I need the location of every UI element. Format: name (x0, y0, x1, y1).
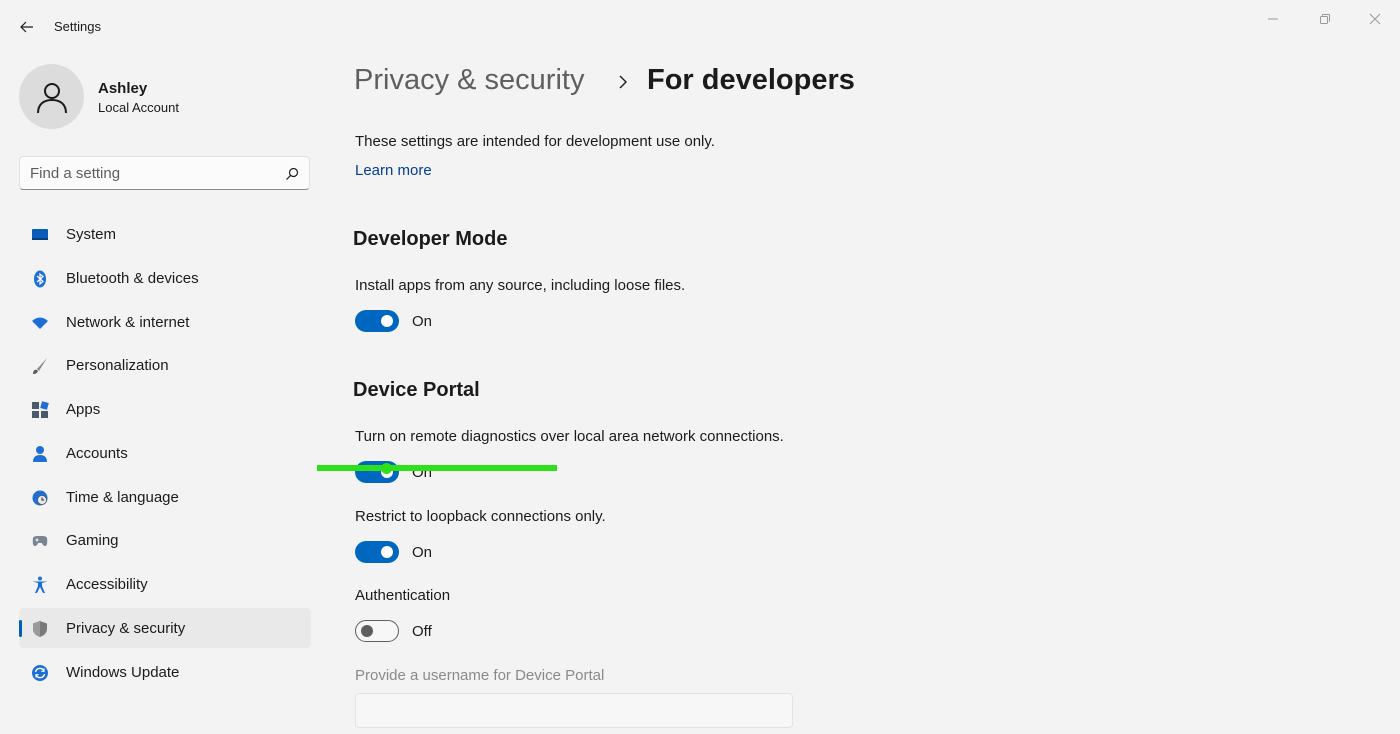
sidebar-item-label: Accessibility (66, 576, 148, 593)
sidebar-item-label: Privacy & security (66, 619, 186, 637)
restore-icon (1320, 14, 1330, 24)
developer-mode-toggle-label: On (412, 313, 433, 330)
bluetooth-icon (34, 270, 46, 288)
loopback-toggle[interactable] (355, 541, 399, 563)
person-icon (33, 445, 47, 462)
apps-icon (32, 401, 49, 418)
sidebar-item-system[interactable]: System (19, 214, 311, 254)
sidebar-item-gaming[interactable]: Gaming (19, 520, 311, 560)
developer-mode-heading: Developer Mode (353, 228, 508, 250)
account-type: Local Account (98, 100, 179, 115)
sidebar-item-windows-update[interactable]: Windows Update (19, 652, 311, 692)
loopback-description: Restrict to loopback connections only. (355, 508, 606, 525)
sidebar-item-label: Apps (66, 401, 101, 418)
sidebar-item-network[interactable]: Network & internet (19, 302, 311, 342)
sidebar-item-apps[interactable]: Apps (19, 389, 311, 429)
chevron-right-icon (619, 75, 627, 89)
accessibility-icon (32, 576, 48, 593)
close-button[interactable] (1352, 6, 1398, 32)
search-box[interactable] (19, 156, 310, 190)
minimize-icon (1268, 18, 1278, 20)
breadcrumb-parent[interactable]: Privacy & security (354, 64, 584, 97)
device-portal-heading: Device Portal (353, 379, 480, 401)
sidebar-item-accessibility[interactable]: Accessibility (19, 564, 311, 604)
device-portal-description: Turn on remote diagnostics over local ar… (355, 428, 784, 445)
intro-text: These settings are intended for developm… (355, 133, 715, 150)
developer-mode-description: Install apps from any source, including … (355, 277, 686, 294)
toggle-knob (361, 625, 373, 637)
sidebar-item-label: System (66, 226, 117, 243)
search-input[interactable] (30, 163, 270, 183)
sidebar-item-label: Time & language (66, 488, 179, 506)
loopback-toggle-label: On (412, 544, 433, 561)
page-title: For developers (647, 64, 855, 96)
update-icon (32, 664, 48, 681)
authentication-label: Authentication (355, 587, 451, 604)
username-field[interactable] (355, 693, 793, 728)
title-bar: Settings (0, 0, 1400, 52)
system-icon (32, 229, 48, 240)
sidebar-item-bluetooth[interactable]: Bluetooth & devices (19, 258, 311, 298)
sidebar-item-accounts[interactable]: Accounts (19, 433, 311, 473)
username-label: Provide a username for Device Portal (355, 667, 605, 684)
authentication-toggle-label: Off (412, 623, 432, 640)
minimize-button[interactable] (1250, 6, 1296, 32)
maximize-button[interactable] (1302, 6, 1348, 32)
selection-indicator (19, 619, 22, 637)
sidebar-item-personalization[interactable]: Personalization (19, 345, 311, 385)
app-title: Settings (54, 19, 101, 34)
developer-mode-toggle[interactable] (355, 310, 399, 332)
highlight-dot (381, 463, 392, 474)
brush-icon (33, 358, 47, 375)
person-icon (36, 82, 67, 113)
toggle-knob (381, 315, 393, 327)
wifi-icon (32, 317, 48, 329)
back-arrow-icon (20, 21, 33, 33)
gamepad-icon (32, 536, 48, 547)
user-name: Ashley (98, 80, 148, 97)
sidebar-item-label: Bluetooth & devices (66, 269, 199, 287)
sidebar-nav: System Bluetooth & devices Network & int… (19, 214, 311, 695)
sidebar-item-time-language[interactable]: Time & language (19, 477, 311, 517)
globe-clock-icon (32, 490, 48, 505)
sidebar-item-privacy-security[interactable]: Privacy & security (19, 607, 311, 648)
close-icon (1369, 13, 1381, 25)
sidebar-item-label: Windows Update (66, 663, 180, 681)
toggle-knob (381, 546, 393, 558)
search-icon[interactable] (284, 166, 300, 182)
back-button[interactable] (12, 12, 42, 42)
sidebar-item-label: Gaming (66, 532, 119, 550)
sidebar-item-label: Network & internet (66, 313, 190, 331)
sidebar-item-label: Accounts (66, 444, 128, 462)
shield-icon (33, 620, 47, 637)
avatar[interactable] (19, 64, 84, 129)
highlight-mark (317, 465, 557, 471)
sidebar-item-label: Personalization (66, 357, 169, 375)
learn-more-link[interactable]: Learn more (355, 162, 432, 179)
authentication-toggle[interactable] (355, 620, 399, 642)
